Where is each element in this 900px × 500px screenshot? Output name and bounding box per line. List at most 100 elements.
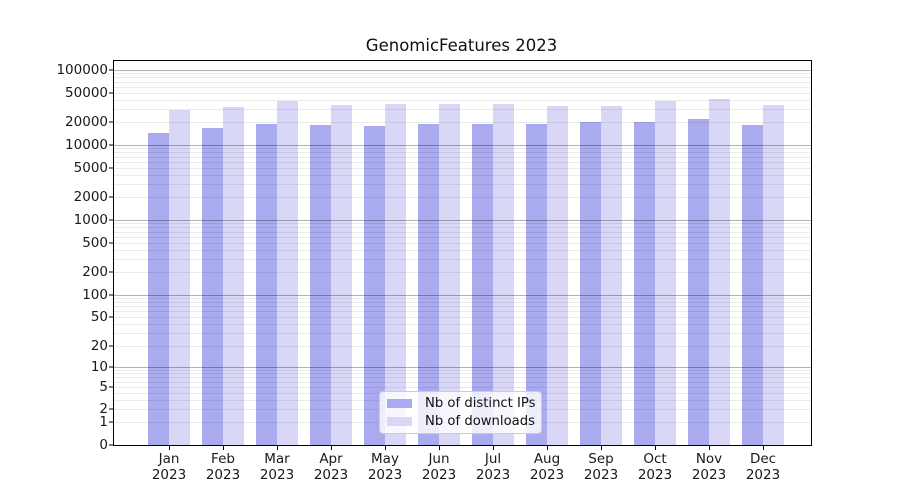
y-tick-mark xyxy=(109,409,114,410)
figure: GenomicFeatures 2023 1000005000020000100… xyxy=(0,0,900,500)
chart-title: GenomicFeatures 2023 xyxy=(113,36,810,55)
y-tick-label: 0 xyxy=(42,437,108,453)
x-tick-mark xyxy=(277,445,278,450)
y-tick-label: 50 xyxy=(42,309,108,325)
x-tick-label-year: 2023 xyxy=(573,467,629,483)
x-tick-label-year: 2023 xyxy=(681,467,737,483)
x-tick-label-year: 2023 xyxy=(249,467,305,483)
x-tick-label-year: 2023 xyxy=(357,467,413,483)
y-tick-label: 5 xyxy=(42,379,108,395)
gridline xyxy=(114,175,811,176)
x-tick-label-year: 2023 xyxy=(303,467,359,483)
x-tick-label-year: 2023 xyxy=(411,467,467,483)
gridline xyxy=(114,243,811,244)
x-tick-mark xyxy=(385,445,386,450)
gridline xyxy=(114,162,811,163)
y-tick-label: 20 xyxy=(42,338,108,354)
gridline xyxy=(114,148,811,149)
gridline xyxy=(114,324,811,325)
gridline xyxy=(114,387,811,388)
bar-jan-downloads xyxy=(169,110,190,445)
gridline xyxy=(114,367,811,368)
x-tick-label-year: 2023 xyxy=(735,467,791,483)
bar-apr-distinct-ips xyxy=(310,125,331,445)
x-tick-label-month: Sep xyxy=(573,451,629,467)
x-tick-mark xyxy=(169,445,170,450)
gridline xyxy=(114,237,811,238)
x-tick-label-month: Mar xyxy=(249,451,305,467)
legend-item-downloads: Nb of downloads xyxy=(380,414,541,429)
gridline xyxy=(114,232,811,233)
x-tick-label-month: Jun xyxy=(411,451,467,467)
gridline xyxy=(114,220,811,221)
x-tick-mark xyxy=(547,445,548,450)
y-tick-mark xyxy=(109,144,114,145)
y-tick-mark xyxy=(109,386,114,387)
gridline xyxy=(114,168,811,169)
y-tick-mark xyxy=(109,272,114,273)
x-tick-label-month: May xyxy=(357,451,413,467)
gridline xyxy=(114,272,811,273)
gridline xyxy=(114,377,811,378)
gridline xyxy=(114,77,811,78)
y-tick-label: 2000 xyxy=(42,189,108,205)
y-tick-label: 100000 xyxy=(42,62,108,78)
y-tick-label: 10000 xyxy=(42,137,108,153)
y-tick-label: 20000 xyxy=(42,114,108,130)
y-tick-mark xyxy=(109,345,114,346)
gridline xyxy=(114,87,811,88)
bar-oct-distinct-ips xyxy=(634,122,655,445)
gridline xyxy=(114,333,811,334)
y-tick-label: 50000 xyxy=(42,85,108,101)
x-tick-mark xyxy=(655,445,656,450)
gridline xyxy=(114,298,811,299)
gridline xyxy=(114,73,811,74)
y-tick-mark xyxy=(109,92,114,93)
x-tick-mark xyxy=(223,445,224,450)
x-tick-label-month: Jan xyxy=(141,451,197,467)
y-tick-label: 1 xyxy=(42,414,108,430)
x-tick-label-year: 2023 xyxy=(141,467,197,483)
y-tick-mark xyxy=(109,242,114,243)
x-tick-mark xyxy=(709,445,710,450)
gridline xyxy=(114,197,811,198)
gridline xyxy=(114,122,811,123)
x-tick-label-year: 2023 xyxy=(465,467,521,483)
gridline xyxy=(114,109,811,110)
gridline xyxy=(114,295,811,296)
x-tick-label-year: 2023 xyxy=(519,467,575,483)
x-tick-label-month: Apr xyxy=(303,451,359,467)
y-tick-label: 500 xyxy=(42,235,108,251)
gridline xyxy=(114,157,811,158)
x-tick-label-year: 2023 xyxy=(627,467,683,483)
y-tick-mark xyxy=(109,366,114,367)
y-tick-label: 1000 xyxy=(42,212,108,228)
gridline xyxy=(114,152,811,153)
gridline xyxy=(114,82,811,83)
gridline xyxy=(114,373,811,374)
x-tick-label-month: Feb xyxy=(195,451,251,467)
gridline xyxy=(114,100,811,101)
gridline xyxy=(114,382,811,383)
gridline xyxy=(114,184,811,185)
x-tick-mark xyxy=(331,445,332,450)
legend-swatch-downloads xyxy=(387,417,412,426)
legend-label-downloads: Nb of downloads xyxy=(425,414,535,429)
x-tick-label-month: Oct xyxy=(627,451,683,467)
plot-area: 1000005000020000100005000200010005002001… xyxy=(113,60,812,446)
x-tick-label-month: Dec xyxy=(735,451,791,467)
bar-dec-distinct-ips xyxy=(742,125,763,445)
gridline xyxy=(114,259,811,260)
gridline xyxy=(114,370,811,371)
x-tick-label-month: Aug xyxy=(519,451,575,467)
gridline xyxy=(114,70,811,71)
gridline xyxy=(114,346,811,347)
gridline xyxy=(114,145,811,146)
legend: Nb of distinct IPs Nb of downloads xyxy=(379,391,542,434)
x-tick-mark xyxy=(439,445,440,450)
legend-swatch-distinct-ips xyxy=(387,399,412,408)
gridline xyxy=(114,311,811,312)
y-tick-label: 10 xyxy=(42,359,108,375)
gridline xyxy=(114,317,811,318)
y-tick-mark xyxy=(109,167,114,168)
